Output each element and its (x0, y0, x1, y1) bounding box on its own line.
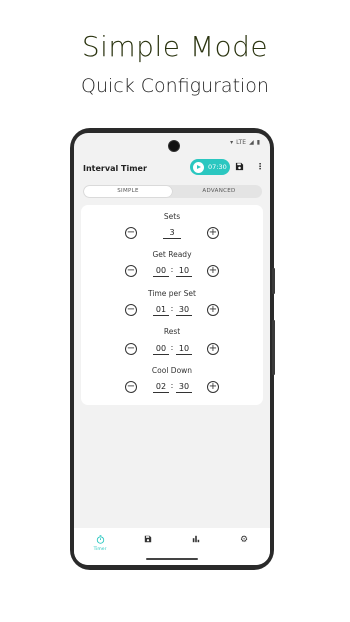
sets-input[interactable]: 3 (163, 227, 181, 239)
time-separator: : (170, 265, 174, 274)
promo-headline: Simple Mode (81, 30, 269, 63)
cool-down-decrement-button[interactable]: − (125, 381, 137, 393)
wifi-icon: ▾ (230, 139, 234, 146)
time-per-set-minutes-input[interactable]: 01 (153, 304, 169, 316)
start-timer-button[interactable]: 07:30 (190, 159, 230, 175)
time-separator: : (170, 381, 174, 390)
more-vert-icon[interactable]: ⋮ (256, 162, 264, 171)
time-separator: : (170, 343, 174, 352)
cool-down-seconds-input[interactable]: 30 (176, 381, 192, 393)
promo-subheadline: Quick Configuration (81, 75, 269, 97)
time-per-set-seconds-input[interactable]: 30 (176, 304, 192, 316)
cool-down-label: Cool Down (151, 366, 193, 375)
rest-increment-button[interactable]: + (207, 343, 219, 355)
status-bar: ▾ LTE ◢ ▮ (230, 139, 260, 146)
sets-label: Sets (163, 212, 181, 221)
front-camera (168, 140, 180, 152)
nav-stats[interactable] (181, 535, 211, 545)
get-ready-minutes-input[interactable]: 00 (153, 265, 169, 277)
cool-down-increment-button[interactable]: + (207, 381, 219, 393)
time-per-set-decrement-button[interactable]: − (125, 304, 137, 316)
rest-minutes-input[interactable]: 00 (153, 343, 169, 355)
play-icon (193, 161, 204, 173)
sets-decrement-button[interactable]: − (125, 227, 137, 239)
mode-toggle: SIMPLE ADVANCED (83, 185, 262, 198)
save-icon[interactable] (235, 162, 244, 171)
nav-timer[interactable]: Timer (85, 535, 115, 552)
nav-timer-label: Timer (93, 547, 107, 552)
time-per-set-increment-button[interactable]: + (207, 304, 219, 316)
volume-button (272, 268, 275, 294)
get-ready-seconds-input[interactable]: 10 (176, 265, 192, 277)
gear-icon: ⚙ (239, 535, 249, 545)
app-bar: Interval Timer 07:30 ⋮ (74, 153, 270, 183)
app-title: Interval Timer (83, 164, 147, 173)
save-icon (144, 535, 152, 543)
phone-screen: ▾ LTE ◢ ▮ Interval Timer 07:30 ⋮ SIMPLE … (74, 133, 270, 565)
time-per-set-label: Time per Set (148, 289, 196, 298)
time-separator: : (170, 304, 174, 313)
rest-decrement-button[interactable]: − (125, 343, 137, 355)
signal-icon: ◢ (249, 139, 254, 146)
tab-advanced[interactable]: ADVANCED (177, 185, 261, 198)
stopwatch-icon (96, 535, 104, 544)
get-ready-increment-button[interactable]: + (207, 265, 219, 277)
sets-increment-button[interactable]: + (207, 227, 219, 239)
cool-down-minutes-input[interactable]: 02 (153, 381, 169, 393)
home-indicator[interactable] (146, 558, 198, 560)
rest-label: Rest (163, 327, 181, 336)
power-button (272, 320, 275, 375)
get-ready-label: Get Ready (152, 250, 192, 259)
tab-simple[interactable]: SIMPLE (84, 186, 172, 197)
rest-seconds-input[interactable]: 10 (176, 343, 192, 355)
settings-card: Sets − 3 + Get Ready − 00 : 10 + Time pe… (81, 205, 263, 405)
total-time: 07:30 (208, 163, 227, 171)
nav-saved[interactable] (133, 535, 163, 545)
battery-icon: ▮ (256, 139, 260, 146)
bar-chart-icon (192, 535, 200, 543)
network-label: LTE (236, 139, 247, 146)
get-ready-decrement-button[interactable]: − (125, 265, 137, 277)
nav-settings[interactable]: ⚙ (229, 535, 259, 545)
